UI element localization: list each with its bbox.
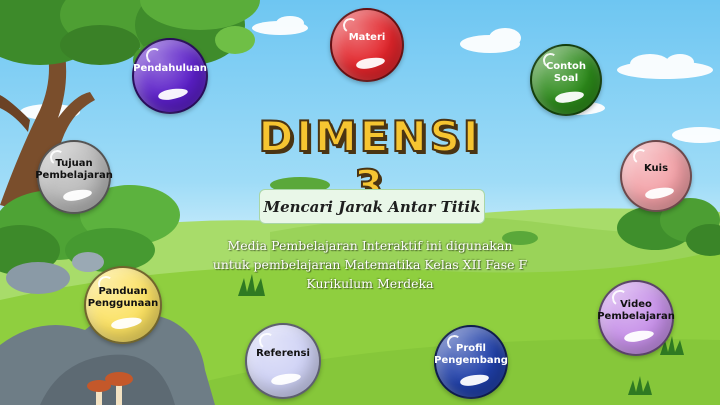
menu-button-profil-pengembang[interactable]: Profil Pengembang — [434, 325, 508, 399]
bubble-highlight — [355, 55, 386, 70]
menu-label: Video Pembelajaran — [597, 299, 675, 322]
bubble-highlight — [270, 371, 303, 387]
subtitle-text: Mencari Jarak Antar Titik — [263, 197, 481, 216]
menu-button-materi[interactable]: Materi — [330, 8, 404, 82]
bubble-highlight — [623, 328, 656, 344]
menu-label: Pendahuluan — [133, 63, 207, 74]
bubble-highlight — [459, 372, 490, 387]
bubble-highlight — [644, 185, 675, 201]
menu-button-referensi[interactable]: Referensi — [245, 323, 321, 399]
bubble-shine — [257, 331, 276, 350]
menu-label: Panduan Penggunaan — [87, 286, 159, 309]
menu-label: Profil Pengembang — [434, 343, 508, 366]
bubble-shine — [144, 46, 163, 65]
menu-label: Contoh Soal — [545, 61, 587, 84]
menu-button-kuis[interactable]: Kuis — [620, 140, 692, 212]
menu-button-tujuan-pembelajaran[interactable]: Tujuan Pembelajaran — [35, 140, 113, 214]
menu-label: Materi — [348, 32, 386, 43]
menu-label: Referensi — [256, 348, 310, 359]
subtitle-banner: Mencari Jarak Antar Titik — [259, 189, 485, 224]
menu-label: Kuis — [643, 163, 669, 174]
slide-canvas: DIMENSI 3 Mencari Jarak Antar Titik Medi… — [0, 0, 720, 405]
description: Media Pembelajaran Interaktif ini diguna… — [205, 236, 535, 293]
menu-button-pendahuluan[interactable]: Pendahuluan — [132, 38, 208, 114]
description-line: untuk pembelajaran Matematika Kelas XII … — [212, 257, 528, 272]
description-line: Media Pembelajaran Interaktif ini diguna… — [227, 238, 513, 253]
bubble-highlight — [157, 86, 190, 102]
bubble-highlight — [62, 187, 93, 202]
description-line: Kurikulum Merdeka — [306, 276, 434, 291]
menu-button-contoh-soal[interactable]: Contoh Soal — [530, 44, 602, 116]
bubble-highlight — [110, 315, 143, 332]
bubble-highlight — [554, 89, 585, 105]
menu-label: Tujuan Pembelajaran — [35, 158, 113, 181]
menu-button-video-pembelajaran[interactable]: Video Pembelajaran — [597, 280, 675, 356]
menu-button-panduan-penggunaan[interactable]: Panduan Penggunaan — [84, 266, 162, 344]
